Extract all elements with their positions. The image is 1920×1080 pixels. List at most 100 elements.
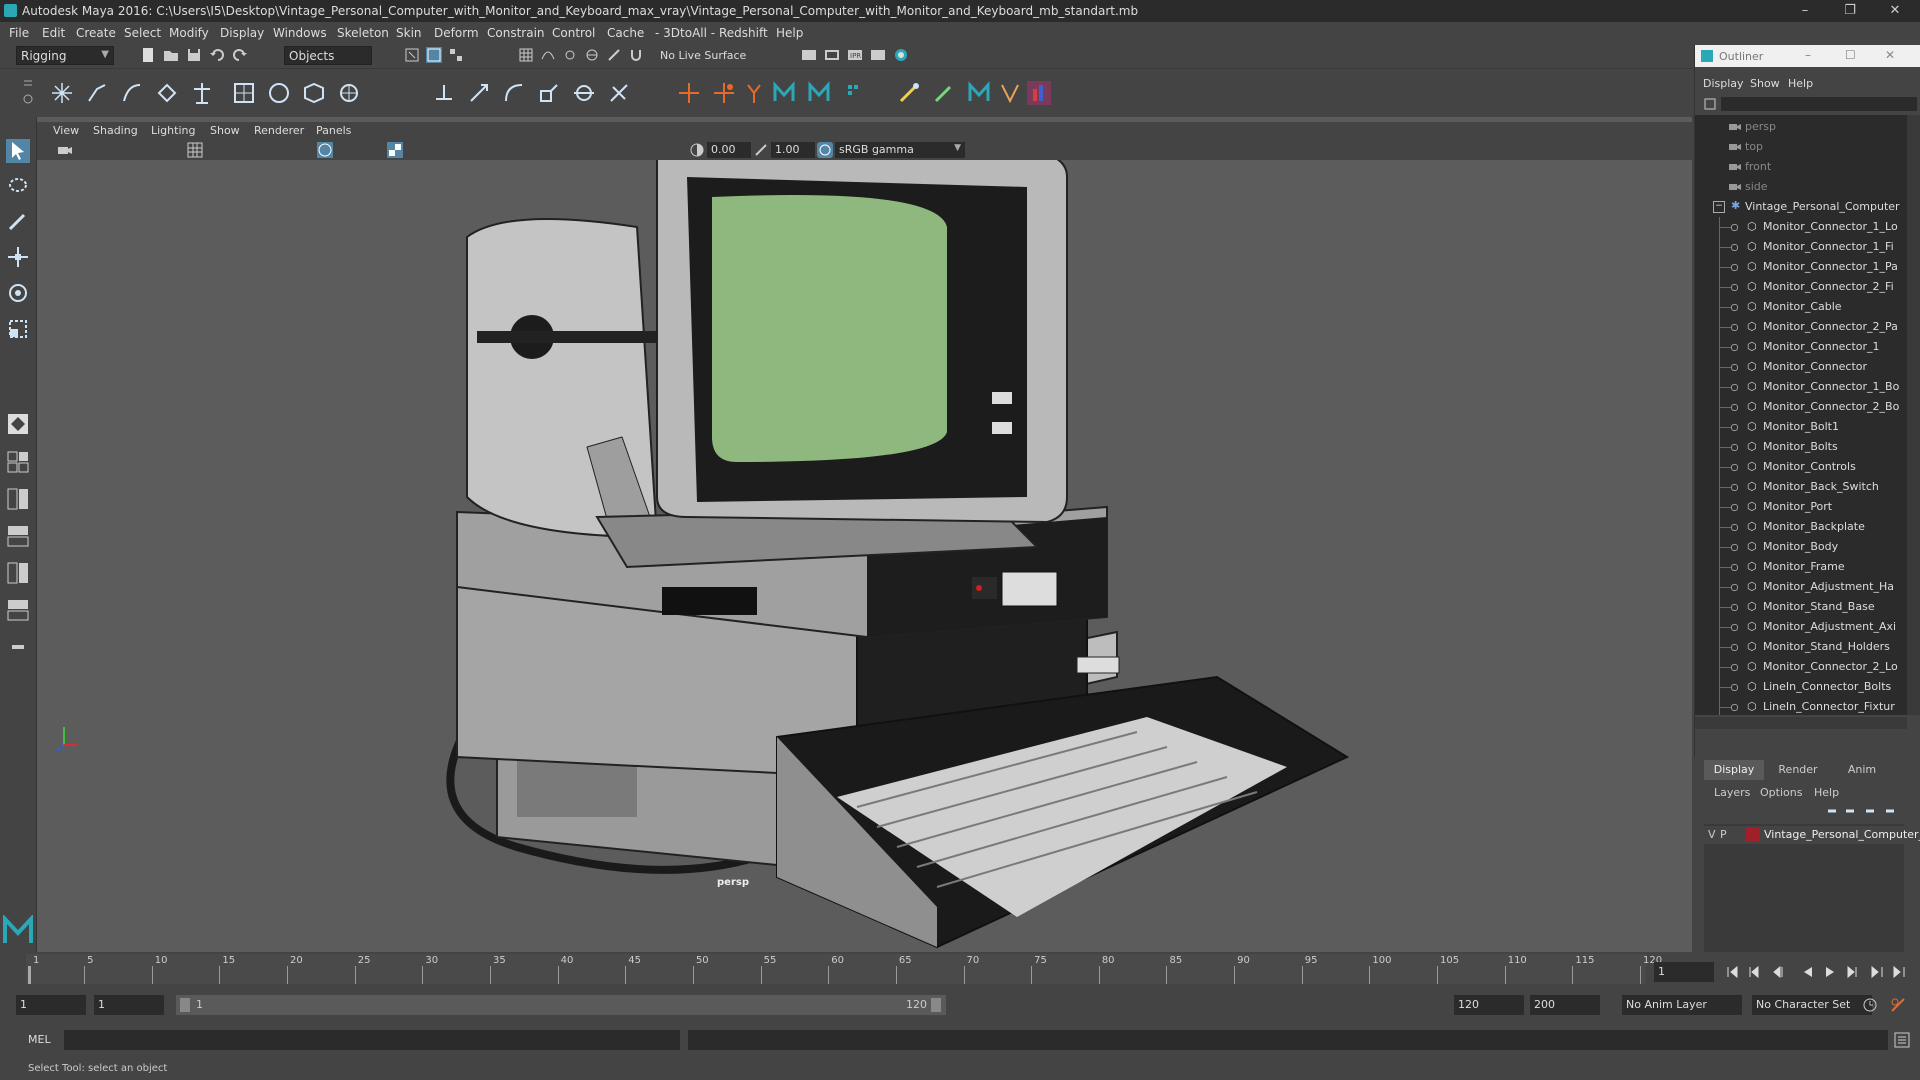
menu-constrain[interactable]: Constrain [487, 26, 545, 40]
vp-menu-panels[interactable]: Panels [316, 124, 351, 137]
single-pane-layout-icon[interactable] [6, 412, 30, 436]
menu-modify[interactable]: Modify [169, 26, 209, 40]
outliner-item[interactable]: ⬡ Monitor_Port [1695, 497, 1907, 517]
character-set-dropdown[interactable]: No Character Set [1752, 995, 1872, 1015]
paint-skin-icon[interactable] [932, 81, 956, 105]
magnet-icon[interactable] [628, 47, 644, 63]
range-handle-end[interactable] [931, 998, 941, 1012]
expand-node-icon[interactable] [1731, 484, 1738, 491]
perspective-viewport[interactable]: persp [37, 117, 1692, 952]
expand-node-icon[interactable] [1731, 424, 1738, 431]
hypershade-layout-icon[interactable] [6, 598, 30, 622]
playback-controls[interactable] [1726, 964, 1910, 980]
outliner-filter-icon[interactable] [1703, 97, 1717, 111]
expand-node-icon[interactable] [1731, 504, 1738, 511]
layer-color-swatch[interactable] [1746, 828, 1760, 842]
textured-icon[interactable] [387, 142, 403, 158]
aim-constraint-icon[interactable] [467, 81, 491, 105]
playback-start-field[interactable]: 1 [94, 995, 164, 1015]
locator-joint-icon[interactable] [712, 81, 736, 105]
expand-node-icon[interactable] [1731, 584, 1738, 591]
gamma-field[interactable]: 1.00 [771, 142, 815, 158]
outliner-minimize-button[interactable]: – [1805, 48, 1811, 62]
outliner-menu-show[interactable]: Show [1750, 77, 1780, 90]
expand-node-icon[interactable] [1731, 244, 1738, 251]
expand-node-icon[interactable] [1731, 704, 1738, 711]
rotate-tool-icon[interactable] [6, 281, 30, 305]
outliner-item[interactable]: ⬡ Monitor_Cable [1695, 297, 1907, 317]
exposure-field[interactable]: 0.00 [707, 142, 751, 158]
outliner-menu-display[interactable]: Display [1703, 77, 1744, 90]
layer-row[interactable]: V P Vintage_Personal_Computer_ [1704, 826, 1920, 844]
outliner-item-front[interactable]: front [1695, 157, 1907, 177]
close-button[interactable]: ✕ [1875, 0, 1915, 22]
expand-node-icon[interactable] [1731, 224, 1738, 231]
outliner-close-button[interactable]: ✕ [1885, 48, 1895, 62]
menu-skin[interactable]: Skin [396, 26, 422, 40]
paint-weights-icon[interactable] [897, 81, 921, 105]
outliner-item[interactable]: ⬡ Monitor_Connector [1695, 357, 1907, 377]
custom-layout-icon[interactable] [6, 635, 30, 659]
camera-icon[interactable] [57, 142, 73, 158]
pole-vector-icon[interactable] [607, 81, 631, 105]
minimize-button[interactable]: – [1785, 0, 1825, 22]
outliner-item[interactable]: ⬡ Monitor_Connector_1_Bo [1695, 377, 1907, 397]
outliner-item[interactable]: ⬡ LineIn_Connector_Bolts [1695, 677, 1907, 697]
point-constraint-icon[interactable] [432, 81, 456, 105]
outliner-maximize-button[interactable]: ☐ [1845, 48, 1856, 62]
layer-tab-render[interactable]: Render [1768, 760, 1828, 780]
undo-icon[interactable] [209, 47, 225, 63]
menu-control[interactable]: Control [552, 26, 595, 40]
outliner-item[interactable]: ⬡ Monitor_Controls [1695, 457, 1907, 477]
save-scene-icon[interactable] [186, 47, 202, 63]
selection-mask-dropdown[interactable]: Objects [284, 46, 372, 65]
current-time-indicator[interactable] [28, 966, 31, 984]
ik-handle-icon[interactable] [85, 81, 109, 105]
layer-action-icons[interactable] [1824, 804, 1904, 818]
lasso-tool-icon[interactable] [6, 175, 30, 199]
menu-cache[interactable]: Cache [607, 26, 644, 40]
command-input[interactable] [64, 1030, 680, 1050]
expand-node-icon[interactable] [1731, 604, 1738, 611]
outliner-item[interactable]: ⬡ Monitor_Connector_1_Pa [1695, 257, 1907, 277]
expand-node-icon[interactable] [1731, 384, 1738, 391]
outliner-item-persp[interactable]: persp [1695, 117, 1907, 137]
outliner-item[interactable]: ⬡ Monitor_Adjustment_Ha [1695, 577, 1907, 597]
scale-tool-icon[interactable] [6, 317, 30, 341]
current-frame-field[interactable]: 1 [1654, 962, 1714, 982]
auto-key-icon[interactable] [1862, 997, 1878, 1013]
expand-node-icon[interactable] [1731, 344, 1738, 351]
outliner-item[interactable]: ⬡ Monitor_Frame [1695, 557, 1907, 577]
maya-tool-icon-3[interactable] [967, 81, 991, 105]
menu-help[interactable]: Help [776, 26, 803, 40]
outliner-item[interactable]: ⬡ Monitor_Body [1695, 537, 1907, 557]
outliner-horizontal-scrollbar[interactable] [1695, 717, 1907, 729]
scene-render[interactable] [37, 117, 1692, 952]
shelf-options-icon[interactable] [22, 77, 34, 107]
expand-node-icon[interactable] [1731, 264, 1738, 271]
menu-file[interactable]: File [9, 26, 29, 40]
locator-icon[interactable] [677, 81, 701, 105]
anim-start-field[interactable]: 1 [16, 995, 86, 1015]
side-by-side-layout-icon[interactable] [6, 487, 30, 511]
persp-outliner-layout-icon[interactable] [6, 524, 30, 548]
layer-playback-toggle[interactable]: P [1720, 828, 1727, 841]
outliner-item[interactable]: ⬡ Monitor_Adjustment_Axi [1695, 617, 1907, 637]
playback-end-field[interactable]: 120 [1454, 995, 1524, 1015]
outliner-item-top[interactable]: top [1695, 137, 1907, 157]
expand-node-icon[interactable] [1731, 364, 1738, 371]
menu-create[interactable]: Create [76, 26, 116, 40]
outliner-item[interactable]: ⬡ Monitor_Bolt1 [1695, 417, 1907, 437]
v-tool-icon[interactable] [998, 81, 1022, 105]
anim-end-field[interactable]: 200 [1530, 995, 1600, 1015]
select-object-icon[interactable] [426, 47, 442, 63]
expand-node-icon[interactable] [1731, 644, 1738, 651]
outliner-item[interactable]: ⬡ Monitor_Connector_2_Pa [1695, 317, 1907, 337]
vp-menu-show[interactable]: Show [210, 124, 240, 137]
layer-tab-display[interactable]: Display [1704, 760, 1764, 780]
mirror-joint-icon[interactable] [190, 81, 214, 105]
vp-menu-renderer[interactable]: Renderer [254, 124, 304, 137]
outliner-item[interactable]: ⬡ Monitor_Connector_2_Lo [1695, 657, 1907, 677]
outliner-item-group[interactable]: − ✱ Vintage_Personal_Computer [1695, 197, 1907, 217]
menu-display[interactable]: Display [220, 26, 264, 40]
